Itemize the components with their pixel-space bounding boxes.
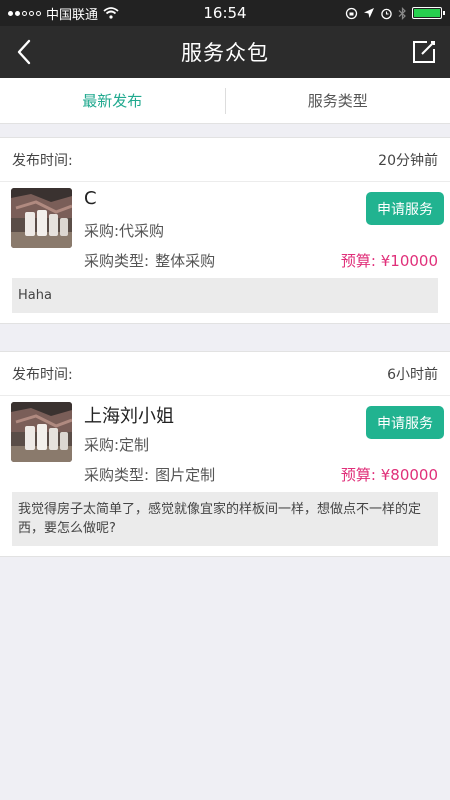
edit-icon	[413, 41, 435, 63]
apply-service-button[interactable]: 申请服务	[366, 406, 444, 439]
wifi-icon	[103, 7, 119, 19]
apply-service-button[interactable]: 申请服务	[366, 192, 444, 225]
back-button[interactable]	[10, 38, 38, 66]
post-thumbnail[interactable]	[11, 402, 72, 462]
battery-icon	[412, 7, 445, 19]
budget-amount: 预算: ¥80000	[340, 466, 438, 484]
post-header: 发布时间: 20分钟前	[0, 138, 450, 182]
status-bar: 中国联通 16:54	[0, 0, 450, 26]
bluetooth-icon	[398, 6, 406, 20]
publish-time-label: 发布时间:	[12, 152, 73, 169]
signal-strength-icon	[8, 10, 41, 16]
alarm-icon	[381, 8, 392, 19]
purchase-type-value: 图片定制	[155, 466, 216, 484]
tab-service-types[interactable]: 服务类型	[226, 90, 450, 111]
publish-time-value: 6小时前	[387, 366, 438, 383]
purchase-mode: 采购:定制	[84, 436, 150, 454]
post-description: Haha	[12, 278, 438, 313]
post-body: C 采购:代采购 采购类型: 整体采购 预算: ¥10000 申请服务	[0, 182, 450, 278]
purchase-type-value: 整体采购	[155, 252, 216, 270]
post-card[interactable]: 发布时间: 6小时前 上海刘小姐 采购:定制 采购类型: 图片定制 预算: ¥80…	[0, 351, 450, 557]
post-description: 我觉得房子太简单了，感觉就像宜家的样板间一样，想做点不一样的定西，要怎么做呢?	[12, 492, 438, 546]
post-author-name: 上海刘小姐	[84, 406, 174, 427]
chevron-left-icon	[17, 39, 31, 65]
post-header: 发布时间: 6小时前	[0, 352, 450, 396]
purchase-type: 采购类型: 整体采购	[84, 250, 215, 271]
carrier-label: 中国联通	[46, 7, 99, 23]
tab-bar: 最新发布 服务类型	[0, 78, 450, 124]
purchase-type-label: 采购类型:	[84, 466, 150, 484]
post-author-name: C	[84, 188, 97, 209]
rotation-lock-icon	[345, 7, 358, 19]
navigation-bar: 服务众包	[0, 26, 450, 78]
post-body: 上海刘小姐 采购:定制 采购类型: 图片定制 预算: ¥80000 申请服务	[0, 396, 450, 492]
purchase-mode: 采购:代采购	[84, 222, 165, 240]
publish-time-label: 发布时间:	[12, 366, 73, 383]
purchase-type: 采购类型: 图片定制	[84, 464, 215, 485]
post-card[interactable]: 发布时间: 20分钟前 C 采购:代采购 采购类型: 整体采购 预算: ¥1000…	[0, 137, 450, 324]
purchase-type-label: 采购类型:	[84, 252, 150, 270]
post-thumbnail[interactable]	[11, 188, 72, 248]
page-title: 服务众包	[181, 41, 269, 65]
compose-button[interactable]	[410, 38, 438, 66]
budget-amount: 预算: ¥10000	[340, 252, 438, 270]
tab-latest[interactable]: 最新发布	[0, 90, 225, 111]
publish-time-value: 20分钟前	[378, 152, 438, 169]
location-icon	[364, 8, 374, 18]
